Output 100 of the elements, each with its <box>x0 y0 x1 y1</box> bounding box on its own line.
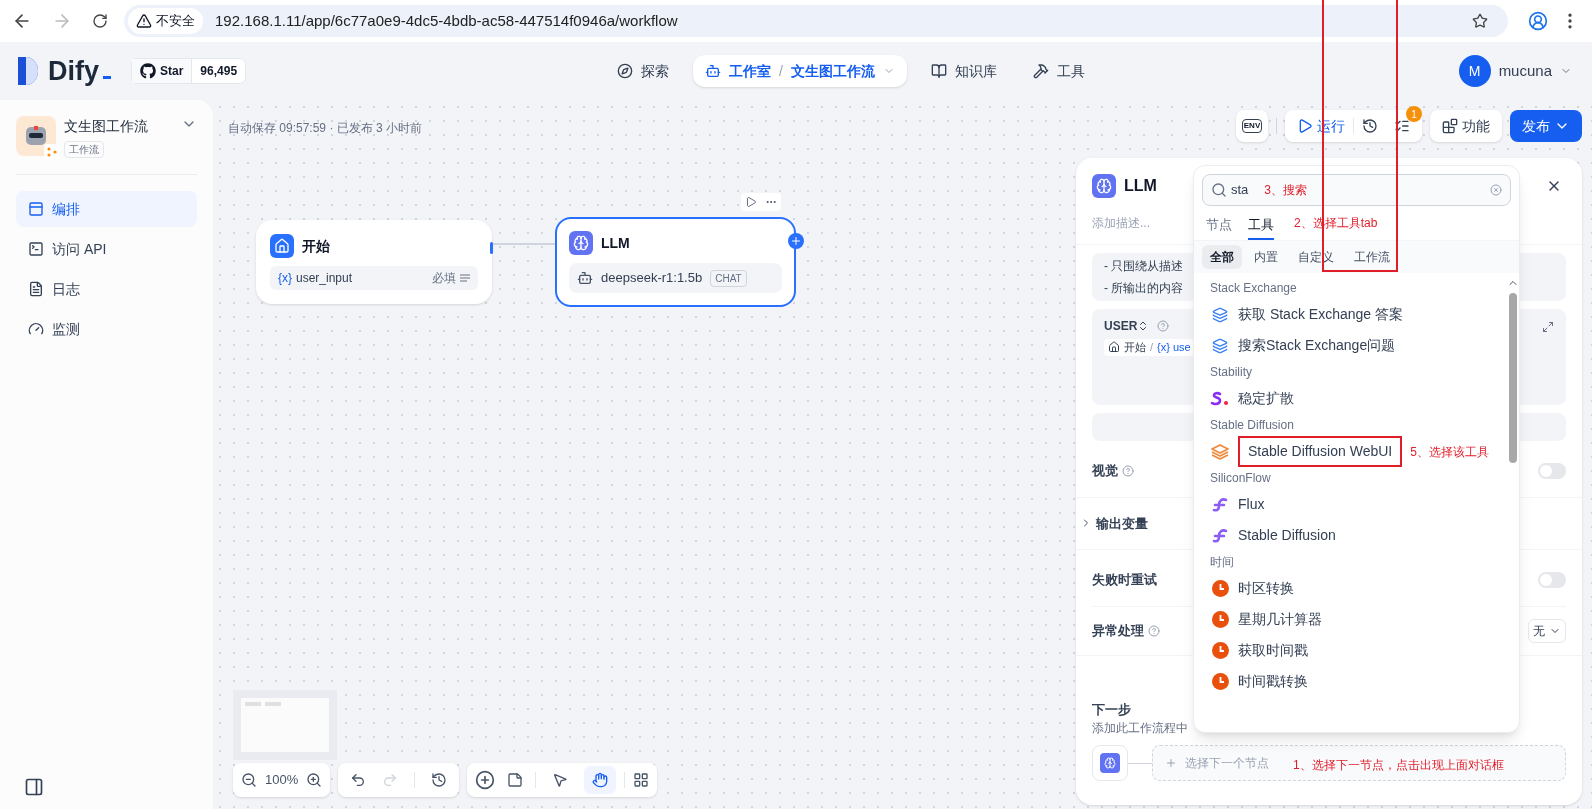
toggle-switch[interactable] <box>1538 462 1566 479</box>
sidebar-item[interactable]: 日志 <box>16 271 197 307</box>
history-icon[interactable] <box>1362 118 1378 134</box>
env-button[interactable]: ENV <box>1236 110 1268 142</box>
tool-item[interactable]: 搜索Stack Exchange问题 <box>1238 335 1396 356</box>
logo-text: Dify <box>48 54 99 88</box>
layout-icon[interactable] <box>633 772 650 788</box>
api-icon <box>28 241 44 257</box>
hand-tool[interactable] <box>584 766 617 794</box>
section-title: 下一步 <box>1092 700 1131 719</box>
filter-chip[interactable]: 全部 <box>1202 245 1242 269</box>
clock-icon <box>1211 673 1229 690</box>
address-bar[interactable]: 不安全 192.168.1.11/app/6c77a0e9-4dc5-4bdb-ac58-447514f0946a/workflow <box>124 5 1508 37</box>
publish-button[interactable]: 发布 <box>1510 110 1582 142</box>
nav-tab[interactable]: 工具 <box>1020 55 1097 87</box>
stack-icon <box>1212 337 1228 354</box>
group-label: 时间 <box>1210 554 1235 571</box>
clock-icon <box>1211 611 1229 628</box>
zoom-out-icon[interactable] <box>241 772 257 788</box>
toggle-switch[interactable] <box>1538 571 1566 588</box>
security-chip[interactable]: 不安全 <box>128 8 203 34</box>
blocks-icon <box>1442 118 1458 134</box>
collapse-sidebar-icon[interactable] <box>24 777 44 797</box>
picker-tab[interactable]: 节点 <box>1206 214 1232 240</box>
swirl-icon <box>1212 496 1228 513</box>
breadcrumb-separator: / <box>779 61 783 81</box>
tool-item[interactable]: 时区转换 <box>1238 578 1294 599</box>
add-node-handle[interactable] <box>788 233 804 249</box>
brain-icon <box>1092 174 1116 198</box>
star-count: 96,495 <box>199 63 239 80</box>
zoom-in-icon[interactable] <box>306 772 323 788</box>
nav-tab[interactable]: 工作室 / 文生图工作流 <box>693 55 907 87</box>
warning-icon <box>136 13 152 29</box>
help-icon <box>1148 624 1160 637</box>
expand-icon[interactable] <box>1542 321 1554 333</box>
add-node-icon[interactable] <box>475 770 496 790</box>
tool-item[interactable]: Flux <box>1238 494 1265 515</box>
filter-chip[interactable]: 内置 <box>1246 245 1286 269</box>
undo-icon[interactable] <box>350 772 367 788</box>
stack-icon <box>1212 306 1228 323</box>
scrollbar-thumb[interactable] <box>1509 293 1517 463</box>
orchestrate-icon <box>28 201 44 217</box>
sidebar-item[interactable]: 访问 API <box>16 231 197 267</box>
home-icon <box>1108 341 1120 354</box>
section-description: 添加此工作流程中 <box>1092 720 1188 737</box>
features-button[interactable]: 功能 <box>1430 110 1502 142</box>
studio-icon <box>705 63 721 79</box>
hand-icon <box>592 772 609 788</box>
section-label: 失败时重试 <box>1092 571 1157 589</box>
play-icon <box>1297 118 1313 134</box>
url-text: 192.168.1.11/app/6c77a0e9-4dc5-4bdb-ac58-447514f0946a/workflow <box>215 10 679 31</box>
tool-item[interactable]: 获取时间戳 <box>1238 640 1308 661</box>
github-icon <box>140 63 156 79</box>
sidebar-item[interactable]: 编排 <box>16 191 197 227</box>
bookmark-icon[interactable] <box>1472 13 1488 29</box>
section-label: 视觉 <box>1092 462 1118 480</box>
layers-icon <box>1211 443 1229 460</box>
annotation-text: 1、选择下一节点，点击出现上面对话框 <box>1293 757 1504 774</box>
app-name: 文生图工作流 <box>64 117 149 136</box>
nav-tab[interactable]: 探索 <box>605 55 681 87</box>
tool-item[interactable]: 星期几计算器 <box>1238 609 1322 630</box>
app-type-tag: 工作流 <box>64 141 104 158</box>
error-handling-select[interactable]: 无 <box>1528 618 1566 643</box>
reload-icon[interactable] <box>92 13 108 29</box>
tool-item[interactable]: Stable Diffusion <box>1238 525 1336 546</box>
tool-item[interactable]: Stable Diffusion WebUI <box>1248 441 1393 462</box>
group-label: Stack Exchange <box>1210 280 1298 297</box>
filter-chip[interactable]: 自定义 <box>1290 245 1342 269</box>
help-icon <box>1157 320 1170 332</box>
profile-icon[interactable] <box>1528 11 1548 31</box>
llm-node[interactable]: LLM deepseek-r1:1.5b CHAT <box>555 217 796 307</box>
user-name[interactable]: mucuna <box>1498 59 1552 83</box>
node-title: LLM <box>601 233 630 253</box>
prompt-line: - 只围绕从描述 <box>1104 258 1184 275</box>
search-field[interactable]: sta 3、搜索 <box>1202 174 1511 206</box>
tool-item[interactable]: 稳定扩散 <box>1238 388 1294 409</box>
history-icon[interactable] <box>431 772 448 788</box>
lines-icon <box>460 273 470 283</box>
sidebar-item[interactable]: 监测 <box>16 311 197 347</box>
home-icon <box>270 234 294 258</box>
app-switcher[interactable]: 文生图工作流 <box>790 60 875 82</box>
brain-icon <box>569 231 593 255</box>
letter-s-icon <box>1210 390 1230 407</box>
annotation-text: 3、搜索 <box>1264 182 1308 199</box>
clock-icon <box>1211 642 1229 659</box>
checklist-icon[interactable] <box>1394 118 1410 134</box>
avatar[interactable]: M <box>1458 55 1491 87</box>
tool-item[interactable]: 时间戳转换 <box>1238 671 1308 692</box>
filter-chip[interactable]: 工作流 <box>1346 245 1398 269</box>
section-label[interactable]: 输出变量 <box>1096 513 1148 533</box>
start-node[interactable]: 开始 {x} user_input 必填 <box>256 220 492 304</box>
github-star-badge[interactable]: Star 96,495 <box>131 58 247 84</box>
tool-item[interactable]: 获取 Stack Exchange 答案 <box>1238 304 1403 325</box>
play-icon[interactable] <box>745 196 757 208</box>
explore-icon <box>617 63 633 79</box>
nav-tab[interactable]: 知识库 <box>918 55 1009 87</box>
note-icon[interactable] <box>507 772 524 788</box>
panel-title: LLM <box>1124 176 1157 196</box>
current-node-icon <box>1092 745 1128 781</box>
role-label[interactable]: USER <box>1104 317 1138 335</box>
